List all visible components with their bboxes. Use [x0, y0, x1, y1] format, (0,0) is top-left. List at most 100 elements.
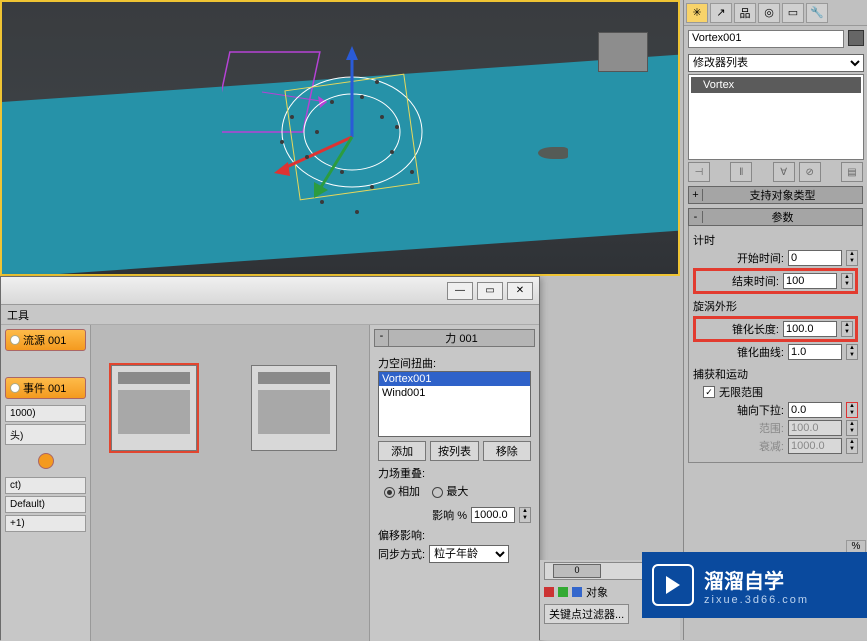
influence-label: 影响 %: [432, 507, 467, 523]
configure-sets-icon[interactable]: ▤: [841, 162, 863, 182]
utilities-tab-icon[interactable]: 🔧: [806, 3, 828, 23]
menu-tools[interactable]: 工具: [7, 310, 29, 322]
operator-dot-icon[interactable]: [38, 453, 54, 469]
end-time-spinner[interactable]: ▲▼: [841, 273, 853, 289]
overlap-label: 力场重叠:: [378, 465, 531, 481]
sync-label: 同步方式:: [378, 546, 425, 562]
start-time-input[interactable]: [788, 250, 842, 266]
taper-length-spinner[interactable]: ▲▼: [841, 321, 853, 337]
falloff-input: [788, 438, 842, 454]
stack-toolbar: ⊣ ‖ ∀ ⊘ ▤: [688, 162, 863, 182]
schematic-view[interactable]: [91, 325, 369, 641]
pin-stack-icon[interactable]: ⊣: [688, 162, 710, 182]
transform-gizmo[interactable]: [222, 42, 442, 262]
modifier-list-dropdown[interactable]: 修改器列表: [688, 54, 864, 72]
falloff-spinner: ▲▼: [846, 438, 858, 454]
remove-button[interactable]: 移除: [483, 441, 531, 461]
operator-line[interactable]: Default): [5, 496, 86, 513]
thumbnail-selected[interactable]: [111, 365, 197, 451]
list-item[interactable]: Wind001: [379, 386, 530, 400]
radio-additive[interactable]: [384, 487, 395, 498]
watermark-url: zixue.3d66.com: [704, 594, 809, 606]
watermark-title: 溜溜自学: [704, 565, 809, 594]
show-end-result-icon[interactable]: ‖: [730, 162, 752, 182]
selected-object-label: 对象: [586, 584, 608, 600]
key-green-icon: [558, 587, 568, 597]
spacewarps-list[interactable]: Vortex001 Wind001: [378, 371, 531, 437]
timing-group-label: 计时: [693, 232, 858, 248]
particle-view-window: — ▭ ✕ 工具 流源 001 事件 001 1000) 头) ct) Defa…: [0, 276, 540, 640]
bulb-icon: [10, 383, 20, 393]
rollout-parameters-body: 计时 开始时间: ▲▼ 结束时间: ▲▼ 旋涡外形 锥化长度: ▲▼ 锥化曲线:: [688, 226, 863, 463]
time-slider-thumb[interactable]: 0: [553, 564, 601, 578]
vortex-shape-group-label: 旋涡外形: [693, 298, 858, 314]
hierarchy-tab-icon[interactable]: 品: [734, 3, 756, 23]
unlimited-range-label: 无限范围: [719, 384, 763, 400]
watermark-banner: 溜溜自学 zixue.3d66.com: [642, 552, 867, 618]
view-cube[interactable]: [598, 32, 648, 72]
sync-dropdown[interactable]: 粒子年龄: [429, 545, 509, 563]
taper-curve-input[interactable]: [788, 344, 842, 360]
unlimited-range-checkbox[interactable]: ✓: [703, 386, 715, 398]
range-input: [788, 420, 842, 436]
start-time-spinner[interactable]: ▲▼: [846, 250, 858, 266]
force-rollout-header[interactable]: - 力 001: [374, 329, 535, 347]
influence-input[interactable]: [471, 507, 515, 523]
motion-tab-icon[interactable]: ◎: [758, 3, 780, 23]
operator-line[interactable]: ct): [5, 477, 86, 494]
radio-maximum[interactable]: [432, 487, 443, 498]
capture-group-label: 捕获和运动: [693, 366, 858, 382]
thumbnail[interactable]: [251, 365, 337, 451]
viewport-3d[interactable]: [0, 0, 680, 276]
display-tab-icon[interactable]: ▭: [782, 3, 804, 23]
axial-drop-input[interactable]: [788, 402, 842, 418]
rollout-parameters[interactable]: - 参数: [688, 208, 863, 226]
command-panel-tabs: ✳ ↗ 品 ◎ ▭ 🔧: [684, 0, 867, 26]
create-tab-icon[interactable]: ✳: [686, 3, 708, 23]
range-label: 范围:: [759, 420, 784, 436]
object-name-field[interactable]: Vortex001: [688, 30, 844, 48]
falloff-label: 衰减:: [759, 438, 784, 454]
key-blue-icon: [572, 587, 582, 597]
add-button[interactable]: 添加: [378, 441, 426, 461]
taper-length-label: 锥化长度:: [732, 321, 779, 337]
play-icon: [652, 564, 694, 606]
menu-bar: 工具: [1, 305, 539, 325]
taper-length-input[interactable]: [783, 321, 837, 337]
command-panel: ✳ ↗ 品 ◎ ▭ 🔧 Vortex001 修改器列表 Vortex ⊣ ‖ ∀…: [683, 0, 867, 640]
key-red-icon: [544, 587, 554, 597]
rollout-support-types[interactable]: + 支持对象类型: [688, 186, 863, 204]
remove-modifier-icon[interactable]: ⊘: [799, 162, 821, 182]
taper-curve-spinner[interactable]: ▲▼: [846, 344, 858, 360]
range-spinner: ▲▼: [846, 420, 858, 436]
stack-item-vortex[interactable]: Vortex: [691, 77, 861, 93]
modify-tab-icon[interactable]: ↗: [710, 3, 732, 23]
fish-object: [538, 147, 568, 159]
bulb-icon: [10, 335, 20, 345]
axial-drop-spinner[interactable]: ▲▼: [846, 402, 858, 418]
operator-line[interactable]: 头): [5, 424, 86, 445]
close-button[interactable]: ✕: [507, 282, 533, 300]
key-filter-button[interactable]: 关键点过滤器...: [544, 604, 629, 624]
start-time-label: 开始时间:: [737, 250, 784, 266]
event-list-pane[interactable]: 流源 001 事件 001 1000) 头) ct) Default) +1): [1, 325, 91, 641]
list-item[interactable]: Vortex001: [379, 372, 530, 386]
maximize-button[interactable]: ▭: [477, 282, 503, 300]
pf-source-node[interactable]: 流源 001: [5, 329, 86, 351]
operator-params-pane: - 力 001 力空间扭曲: Vortex001 Wind001 添加 按列表 …: [369, 325, 539, 641]
object-color-swatch[interactable]: [848, 30, 864, 46]
modifier-stack[interactable]: Vortex: [688, 74, 864, 160]
event-node[interactable]: 事件 001: [5, 377, 86, 399]
highlight-taper-length: 锥化长度: ▲▼: [693, 316, 858, 342]
taper-curve-label: 锥化曲线:: [737, 344, 784, 360]
window-titlebar[interactable]: — ▭ ✕: [1, 277, 539, 305]
end-time-label: 结束时间:: [732, 273, 779, 289]
operator-line[interactable]: +1): [5, 515, 86, 532]
influence-spinner[interactable]: ▲▼: [519, 507, 531, 523]
end-time-input[interactable]: [783, 273, 837, 289]
by-list-button[interactable]: 按列表: [430, 441, 478, 461]
make-unique-icon[interactable]: ∀: [773, 162, 795, 182]
highlight-end-time: 结束时间: ▲▼: [693, 268, 858, 294]
operator-line[interactable]: 1000): [5, 405, 86, 422]
minimize-button[interactable]: —: [447, 282, 473, 300]
